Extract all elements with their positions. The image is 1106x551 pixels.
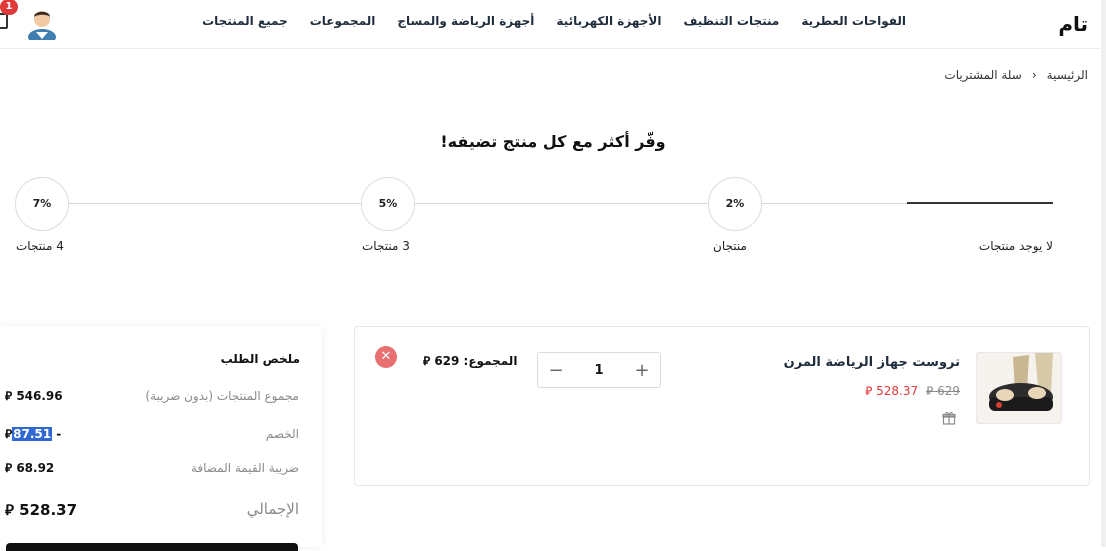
nav-cleaning[interactable]: منتجات التنظيف xyxy=(683,14,779,28)
product-price: 629 ⃁ 528.37 ⃁ xyxy=(865,384,960,399)
gift-icon[interactable] xyxy=(942,410,956,425)
cart-icon[interactable] xyxy=(0,13,8,29)
user-avatar-icon[interactable] xyxy=(26,6,58,45)
breadcrumb-current: سلة المشتريات xyxy=(944,68,1022,82)
nav-sports-massage[interactable]: أجهزة الرياضة والمساج xyxy=(397,14,534,28)
vat-label: ضريبة القيمة المضافة xyxy=(190,461,299,475)
item-subtotal: المجموع: 629 ⃁ xyxy=(423,354,518,368)
nav-all-products[interactable]: جميع المنتجات xyxy=(202,14,288,28)
page-scrollbar[interactable] xyxy=(1101,0,1106,547)
subtotal-label: مجموع المنتجات (بدون ضريبة) xyxy=(145,389,299,403)
tier-4-discount: 7% xyxy=(15,177,69,231)
breadcrumb-home[interactable]: الرئيسية xyxy=(1047,68,1088,82)
nav-collections[interactable]: المجموعات xyxy=(310,14,376,28)
old-price: 629 ⃁ xyxy=(926,384,960,398)
summary-title: ملخص الطلب xyxy=(220,352,300,366)
discount-label: الخصم xyxy=(265,427,299,441)
breadcrumb-separator: ‹ xyxy=(1031,68,1037,82)
tier-3-label: 3 منتجات xyxy=(362,239,410,253)
vat-value: 68.92 ⃁ xyxy=(5,461,55,475)
discount-amount: 87.51 xyxy=(12,427,53,441)
promo-headline: وفّر أكثر مع كل منتج تضيفه! xyxy=(440,132,666,151)
quantity-value[interactable]: 1 xyxy=(594,363,603,378)
cart-count-badge: 1 xyxy=(0,0,18,15)
tier-2-label: منتجان xyxy=(713,239,747,253)
tier-1-label: لا يوجد منتجات xyxy=(978,239,1053,253)
tier-progress-fill xyxy=(907,202,1053,204)
product-image[interactable] xyxy=(976,352,1062,424)
decrease-quantity-button[interactable]: − xyxy=(538,360,574,381)
tier-2-discount: 2% xyxy=(708,177,762,231)
subtotal-value: 546.96 ⃁ xyxy=(5,389,63,403)
tier-progress-track xyxy=(66,203,908,204)
product-name[interactable]: تروست جهاز الرياضة المرن xyxy=(784,355,960,370)
total-label: الإجمالي xyxy=(246,500,299,518)
nav-electrical[interactable]: الأجهزة الكهربائية xyxy=(556,14,661,28)
discounted-price: 528.37 ⃁ xyxy=(865,384,919,398)
close-icon[interactable]: ✕ xyxy=(375,346,397,368)
quantity-stepper: − 1 + xyxy=(537,352,661,388)
main-nav: جميع المنتجات المجموعات أجهزة الرياضة وا… xyxy=(202,14,906,28)
total-value: 528.37 ⃁ xyxy=(5,501,78,519)
discount-value: ⃁87.51 - xyxy=(5,427,61,442)
nav-diffusers[interactable]: الفواحات العطرية xyxy=(801,14,906,28)
discount-sign: - xyxy=(52,427,62,441)
increase-quantity-button[interactable]: + xyxy=(624,360,660,381)
store-logo[interactable]: تام xyxy=(1058,12,1088,36)
checkout-button[interactable] xyxy=(6,543,298,551)
tier-3-discount: 5% xyxy=(361,177,415,231)
tier-4-label: 4 منتجات xyxy=(16,239,64,253)
breadcrumb: الرئيسية ‹ سلة المشتريات xyxy=(944,68,1088,82)
